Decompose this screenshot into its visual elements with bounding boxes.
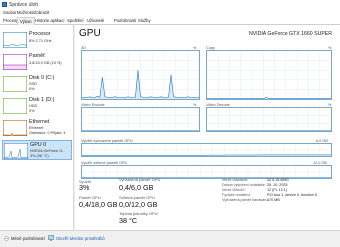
fewer-details-link[interactable]: Méně podrobností <box>11 236 45 241</box>
tab-services[interactable]: Služby <box>136 17 153 25</box>
window-title: Správce úloh <box>9 1 39 8</box>
dedicated-gpu-memory-value: 0,4/6,0 GB <box>119 183 154 192</box>
sidebar-item-label: Procesor <box>29 31 51 37</box>
ethernet-sparkline <box>3 120 27 136</box>
directx-version-value: 12 (FL 12.1) <box>267 188 287 192</box>
open-resource-monitor-link[interactable]: Otevřít Monitor prostředků <box>56 236 105 241</box>
sidebar-item-detail-2: 0% <box>29 87 35 91</box>
tab-startup[interactable]: Spuštění <box>65 17 86 25</box>
driver-version-label: Verze ovladače: <box>222 178 249 182</box>
sidebar-item-detail: HDD <box>29 104 38 108</box>
tab-details[interactable]: Podrobnosti <box>112 17 138 25</box>
gpu-0-sparkline <box>4 143 28 159</box>
chevron-up-icon[interactable] <box>4 236 9 241</box>
driver-date-value: 29. 10. 2025 <box>267 183 288 187</box>
tab-bar: Procesy Výkon Historie aplikací Spuštění… <box>0 16 340 25</box>
driver-date-label: Datum vytvoření ovladače: <box>222 183 266 187</box>
title-bar: Správce úloh <box>0 0 340 9</box>
directx-version-label: Verze DirectX: <box>222 188 246 192</box>
menu-view[interactable]: Zobrazit <box>34 10 49 15</box>
tab-users[interactable]: Uživatelé <box>85 17 106 25</box>
hardware-reserved-memory-value: 170 MB <box>267 198 280 202</box>
graph-video-decode <box>206 107 332 132</box>
graph-video-encode <box>81 107 200 132</box>
sidebar-item-detail: 3,6/15,9 GB (23 %) <box>29 61 62 65</box>
sidebar-item-label: Disk 0 (C:) <box>29 75 55 81</box>
sidebar-item-label: GPU 0 <box>30 142 47 148</box>
sidebar-item-label: Ethernet <box>29 119 50 125</box>
gpu-temperature-value: 38 °C <box>119 216 138 225</box>
disk-1-sparkline <box>3 98 27 114</box>
sidebar-item-detail: SSD <box>29 82 37 86</box>
sidebar-item-cpu[interactable]: Procesor 8% 2,71 GHz <box>2 30 72 50</box>
graph-dedicated-memory <box>81 143 332 157</box>
sidebar-item-gpu-0[interactable]: GPU 0 NVIDIA GeForce G... 3% (38 °C) <box>2 140 72 160</box>
sidebar-item-detail-2: Odesláno: 0 Přijato: 4 <box>29 131 66 135</box>
menu-file[interactable]: Soubor <box>3 10 17 15</box>
physical-location-label: Fyzické umístění: <box>222 193 251 197</box>
resource-sidebar: Procesor 8% 2,71 GHz Paměť 3,6/15,9 GB (… <box>0 25 74 230</box>
resource-monitor-icon[interactable] <box>48 235 54 241</box>
task-manager-app-icon <box>2 2 7 7</box>
sidebar-item-label: Paměť <box>29 53 46 59</box>
gpu-detail-panel: GPU NVIDIA GeForce GTX 1660 SUPER 3D % C… <box>75 25 340 230</box>
cpu-sparkline <box>3 32 27 48</box>
graph-copy <box>206 50 332 100</box>
sidebar-item-detail: Ethernet <box>29 126 44 130</box>
memory-sparkline <box>3 54 27 70</box>
graph-3d <box>81 50 200 100</box>
sidebar-item-ethernet[interactable]: Ethernet Ethernet Odesláno: 0 Přijato: 4 <box>2 118 72 138</box>
graph-line <box>207 96 331 99</box>
menu-bar: Soubor Možnosti Zobrazit <box>0 9 340 16</box>
utilization-value: 3% <box>79 183 90 192</box>
tab-performance[interactable]: Výkon <box>17 17 35 25</box>
disk-0-sparkline <box>3 76 27 92</box>
dedicated-gpu-memory-label: Vyhrazená paměť GPU <box>119 177 161 182</box>
sidebar-item-detail-2: 3% (38 °C) <box>30 154 49 158</box>
physical-location-value: PCI bus 1, device 0, function 0 <box>267 193 318 197</box>
menu-options[interactable]: Možnosti <box>17 10 34 15</box>
sidebar-item-label: Disk 1 (D:) <box>29 97 55 103</box>
footer-bar: Méně podrobností Otevřít Monitor prostře… <box>0 230 340 247</box>
sidebar-item-disk-1[interactable]: Disk 1 (D:) HDD 0% <box>2 96 72 116</box>
gpu-memory-value: 0,4/18,0 GB <box>79 200 118 209</box>
sidebar-item-memory[interactable]: Paměť 3,6/15,9 GB (23 %) <box>2 52 72 72</box>
hardware-reserved-memory-label: Vyhrazená paměť hardwaru: <box>222 198 269 202</box>
sidebar-item-disk-0[interactable]: Disk 0 (C:) SSD 0% <box>2 74 72 94</box>
panel-title: GPU <box>79 28 101 39</box>
sidebar-item-detail-2: 0% <box>29 109 35 113</box>
driver-version-value: 32.0.15.6590 <box>267 178 289 182</box>
sidebar-item-detail: 8% 2,71 GHz <box>29 39 52 43</box>
tab-app-history[interactable]: Historie aplikací <box>33 17 67 25</box>
shared-gpu-memory-value: 0,0/12,0 GB <box>119 200 158 209</box>
gpu-model-name: NVIDIA GeForce GTX 1660 SUPER <box>248 31 332 37</box>
sidebar-item-detail: NVIDIA GeForce G... <box>30 149 66 153</box>
